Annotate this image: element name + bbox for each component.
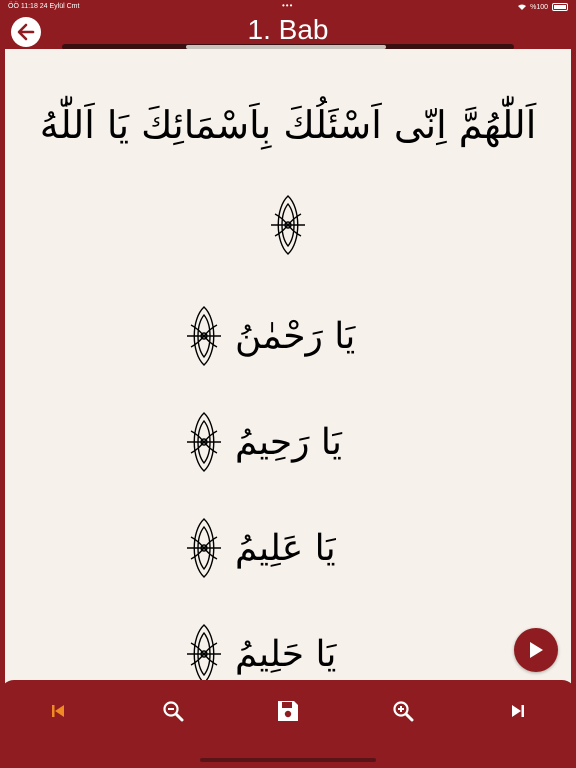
zoom-out-button[interactable] [156, 694, 190, 728]
zoom-in-icon [393, 701, 414, 722]
next-button[interactable] [501, 694, 535, 728]
title-bar: 1. Bab [0, 14, 576, 47]
list-item: يَا حَلِيمُ [183, 619, 403, 689]
divine-name-text: يَا حَلِيمُ [235, 633, 337, 675]
battery-percent: %100 [530, 3, 548, 11]
status-bar: ÖÖ 11:18 24 Eylül Cmt ••• %100 [0, 0, 576, 14]
divine-name-text: يَا عَلِيمُ [235, 527, 336, 569]
battery-icon [552, 3, 568, 11]
previous-button[interactable] [41, 694, 75, 728]
prayer-page: اَللّٰهُمَّ اِنّى اَسْئَلُكَ بِاَسْمَائِ… [3, 49, 573, 689]
play-icon [530, 642, 543, 658]
multitask-dots[interactable]: ••• [282, 1, 293, 10]
zoom-out-icon [163, 701, 184, 722]
ornament-icon [187, 412, 221, 472]
arrow-left-icon [17, 23, 35, 41]
play-button[interactable] [514, 628, 558, 672]
divine-name-text: يَا رَحْمٰنُ [235, 315, 356, 357]
bottom-toolbar [0, 680, 576, 768]
divine-name-text: يَا رَحِيمُ [235, 421, 342, 463]
ornament-icon [271, 195, 305, 255]
list-item: يَا عَلِيمُ [183, 513, 403, 583]
ornament-icon [187, 518, 221, 578]
ornament-icon [187, 624, 221, 684]
list-item: يَا رَحِيمُ [183, 407, 403, 477]
page-title: 1. Bab [247, 14, 329, 45]
status-time-date: ÖÖ 11:18 24 Eylül Cmt [8, 3, 80, 10]
skip-next-icon [512, 705, 524, 717]
list-item: يَا رَحْمٰنُ [183, 301, 403, 371]
home-indicator[interactable] [200, 758, 376, 762]
back-button[interactable] [11, 17, 41, 47]
invocation-text: اَللّٰهُمَّ اِنّى اَسْئَلُكَ بِاَسْمَائِ… [39, 103, 537, 147]
save-icon [278, 701, 298, 721]
wifi-icon [518, 4, 527, 10]
skip-previous-icon [52, 705, 64, 717]
zoom-in-button[interactable] [386, 694, 420, 728]
ornament-icon [187, 306, 221, 366]
save-button[interactable] [271, 694, 305, 728]
